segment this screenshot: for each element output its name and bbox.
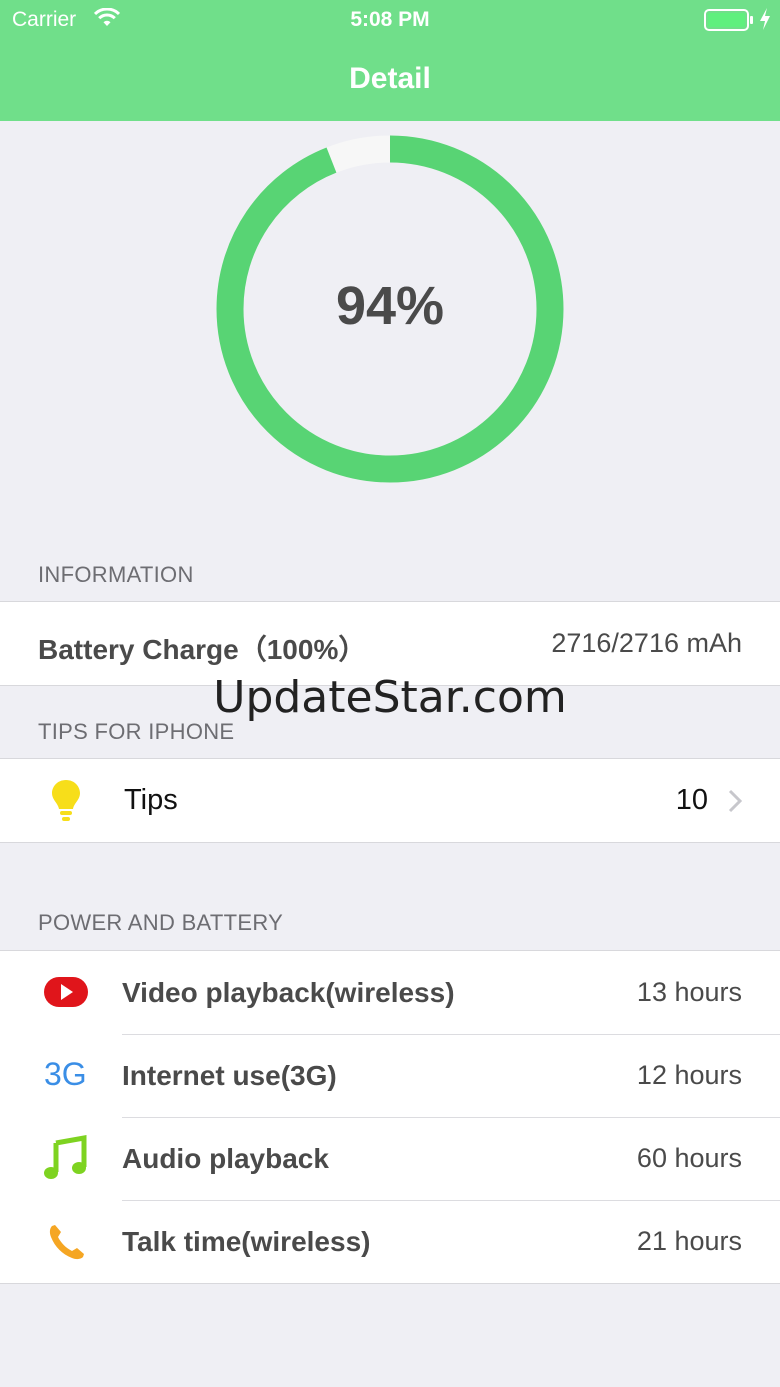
power-group: Video playback(wireless) 13 hours 3G Int…: [0, 950, 780, 1284]
power-value-talk: 21 hours: [636, 1226, 742, 1256]
battery-charge-label: Battery Charge（100%）: [38, 634, 367, 665]
power-label-talk: Talk time(wireless): [122, 1226, 371, 1257]
charging-bolt-icon: [758, 7, 772, 36]
video-play-icon: [40, 969, 92, 1017]
music-note-icon: [40, 1135, 92, 1183]
power-row: 3G Internet use(3G) 12 hours: [0, 1034, 780, 1117]
power-label-internet: Internet use(3G): [122, 1060, 337, 1091]
status-time: 5:08 PM: [350, 8, 430, 31]
watermark: UpdateStar.com: [213, 672, 567, 723]
power-value-internet: 12 hours: [636, 1060, 742, 1090]
power-row: Video playback(wireless) 13 hours: [0, 951, 780, 1034]
power-row: Audio playback 60 hours: [0, 1117, 780, 1200]
chevron-right-icon: [728, 789, 743, 818]
navigation-bar: Carrier 5:08 PM Detail: [0, 0, 780, 121]
tips-row[interactable]: Tips 10: [0, 759, 780, 842]
power-row: Talk time(wireless) 21 hours: [0, 1200, 780, 1283]
power-value-video: 13 hours: [636, 977, 742, 1007]
battery-gauge: 94%: [214, 133, 566, 485]
status-bar: Carrier 5:08 PM: [0, 0, 780, 40]
tips-header: TIPS FOR IPHONE: [38, 719, 235, 744]
tips-count: 10: [675, 784, 708, 816]
page-title: Detail: [349, 62, 431, 95]
3g-icon: 3G: [44, 1056, 87, 1092]
information-header: INFORMATION: [38, 562, 194, 587]
battery-percentage: 94%: [335, 276, 445, 336]
power-label-video: Video playback(wireless): [122, 977, 455, 1008]
phone-icon: [40, 1218, 92, 1266]
tips-group: Tips 10: [0, 758, 780, 843]
power-value-audio: 60 hours: [636, 1143, 742, 1173]
battery-charge-value: 2716/2716 mAh: [551, 628, 742, 658]
power-label-audio: Audio playback: [122, 1143, 329, 1174]
power-header: POWER AND BATTERY: [38, 910, 284, 935]
tips-label: Tips: [124, 784, 178, 816]
lightbulb-icon: [40, 777, 92, 825]
battery-icon: [704, 9, 754, 36]
